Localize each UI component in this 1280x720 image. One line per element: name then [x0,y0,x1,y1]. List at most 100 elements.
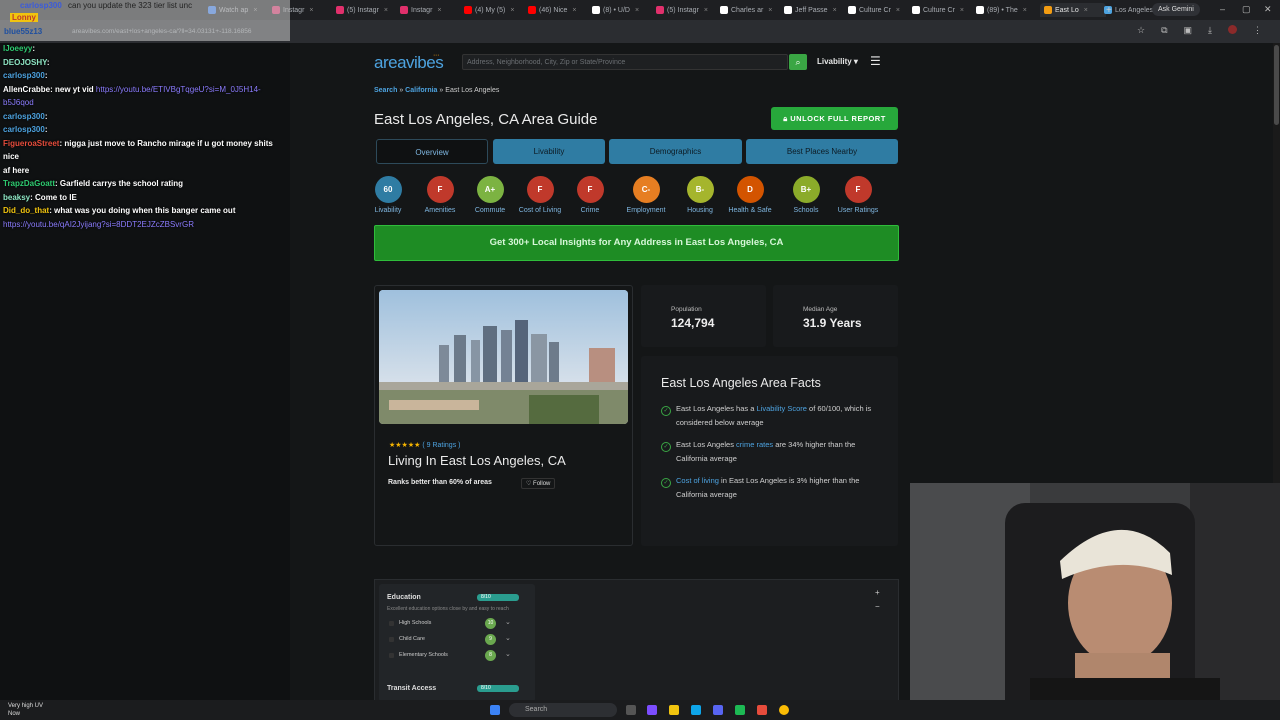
chrome-icon[interactable] [779,705,789,715]
close-tab-icon[interactable]: × [704,7,708,14]
local-insights-banner[interactable]: Get 300+ Local Insights for Any Address … [374,225,899,261]
tab-favicon-icon [976,6,984,14]
chat-message: can you update the 323 tier list unc [68,1,193,10]
breadcrumb-california-link[interactable]: California [405,87,437,94]
browser-tab[interactable]: (5) Instagr × [656,3,714,17]
close-tab-icon[interactable]: × [437,7,441,14]
file-explorer-icon[interactable] [669,705,679,715]
tab-label: (5) Instagr [347,6,379,14]
crime-rates-link[interactable]: crime rates [736,440,773,449]
chevron-down-icon[interactable]: ⌄ [505,618,511,626]
windows-start-icon[interactable] [490,705,500,715]
chat-username: carlosp300 [3,111,45,121]
close-tab-icon[interactable]: × [768,7,772,14]
close-tab-icon[interactable]: × [384,7,388,14]
chat-link[interactable]: b5J6qod [3,98,34,107]
browser-tab[interactable]: Charles ar × [720,3,778,17]
ratings-count-link[interactable]: 9 Ratings [427,442,457,449]
extensions-icon[interactable]: ⧉ [1161,25,1167,36]
zoom-out-button[interactable]: − [875,600,880,614]
close-tab-icon[interactable]: × [833,7,837,14]
discord-icon[interactable] [713,705,723,715]
follow-button[interactable]: ♡ Follow [521,478,556,489]
close-tab-icon[interactable]: × [1023,7,1027,14]
bookmark-star-icon[interactable]: ☆ [1137,25,1145,36]
chat-line: carlosp300: [0,110,290,124]
chat-link[interactable]: https://youtu.be/qAI2Jyijang?si=8DDT2EJZ… [3,220,194,229]
tab-best-places-nearby[interactable]: Best Places Nearby [746,139,898,164]
grade-badge-employment[interactable]: C- Employment [616,176,676,214]
browser-tab[interactable]: Culture Cr × [848,3,906,17]
obs-icon[interactable] [757,705,767,715]
menu-icon[interactable]: ⋮ [1253,25,1262,36]
close-tab-icon[interactable]: × [635,7,639,14]
browser-tab[interactable]: (8) • U/D × [592,3,650,17]
close-tab-icon[interactable]: × [510,7,514,14]
chevron-down-icon[interactable]: ⌄ [505,634,511,642]
close-tab-icon[interactable]: × [572,7,576,14]
new-tab-button[interactable]: + [1106,3,1112,17]
close-window-icon[interactable]: ✕ [1264,4,1272,15]
chat-message: af here [3,165,30,175]
browser-tab[interactable]: Culture Cr × [912,3,970,17]
browser-tab[interactable]: (89) • The × [976,3,1034,17]
weather-widget[interactable]: Very high UV Now [8,703,43,717]
grade-badge-health-safe[interactable]: D Health & Safe [720,176,780,214]
chat-username: AllenCrabbe [3,84,51,94]
unlock-full-report-button[interactable]: 🔒︎ UNLOCK FULL REPORT [771,107,898,130]
profile-avatar[interactable] [1228,25,1237,34]
hamburger-menu-icon[interactable]: ☰ [870,54,881,68]
chat-message: : [44,111,48,121]
location-search-input[interactable]: Address, Neighborhood, City, Zip or Stat… [462,54,788,70]
chevron-down-icon[interactable]: ⌄ [505,650,511,658]
taskbar-search[interactable]: Search [509,703,617,717]
close-tab-icon[interactable]: × [309,7,313,14]
tab-favicon-icon [784,6,792,14]
livability-dropdown[interactable]: Livability ▾ [817,57,858,66]
cost-of-living-link[interactable]: Cost of living [676,476,719,485]
grade-badge-schools[interactable]: B+ Schools [776,176,836,214]
grade-value: F [526,176,554,203]
grade-value: F [844,176,872,203]
breadcrumb-search-link[interactable]: Search [374,87,397,94]
tab-overview[interactable]: Overview [376,139,488,164]
browser-tab[interactable]: (4) My (5) × [464,3,522,17]
scrollbar-thumb[interactable] [1274,45,1279,125]
zoom-in-button[interactable]: + [875,586,880,600]
copilot-icon[interactable] [647,705,657,715]
category-icon [389,621,394,626]
sidebar-icon[interactable]: ▣ [1184,25,1193,36]
edge-icon[interactable] [691,705,701,715]
grade-badge-crime[interactable]: F Crime [560,176,620,214]
education-row[interactable]: Child Care 9 ⌄ [387,634,527,646]
tab-favicon-icon [592,6,600,14]
browser-tab[interactable]: East Lo × [1040,3,1106,17]
ask-gemini-button[interactable]: Ask Gemini [1152,3,1200,16]
chat-line: b5J6qod [0,96,290,110]
close-tab-icon[interactable]: × [960,7,964,14]
grade-badge-livability[interactable]: 60 Livability [358,176,418,214]
education-row[interactable]: High Schools 10 ⌄ [387,618,527,630]
search-icon[interactable]: ⌕ [789,54,807,70]
maximize-icon[interactable]: ▢ [1242,4,1251,15]
tab-livability[interactable]: Livability [493,139,605,164]
close-tab-icon[interactable]: × [1084,7,1088,14]
browser-tab[interactable]: (5) Instagr × [336,3,394,17]
spotify-icon[interactable] [735,705,745,715]
browser-tab[interactable]: Jeff Passe × [784,3,842,17]
chat-link[interactable]: https://youtu.be/ETIVBgTqgeU?si=M_0J5H14… [96,85,261,94]
livability-score-link[interactable]: Livability Score [756,404,806,413]
task-view-icon[interactable] [626,705,636,715]
chat-username: carlosp300 [20,1,62,10]
chat-username: Lonny [10,13,38,22]
tab-favicon-icon [912,6,920,14]
education-row[interactable]: Elementary Schools 8 ⌄ [387,650,527,662]
browser-tab[interactable]: Instagr × [400,3,458,17]
grade-badge-user-ratings[interactable]: F User Ratings [828,176,888,214]
download-icon[interactable]: ⤓ [1208,25,1212,36]
browser-tab[interactable]: (46) Nice × [528,3,586,17]
area-photo-card: ★★★★★ ( 9 Ratings ) Living In East Los A… [374,285,633,546]
close-tab-icon[interactable]: × [896,7,900,14]
minimize-icon[interactable]: – [1220,4,1225,14]
tab-demographics[interactable]: Demographics [609,139,742,164]
